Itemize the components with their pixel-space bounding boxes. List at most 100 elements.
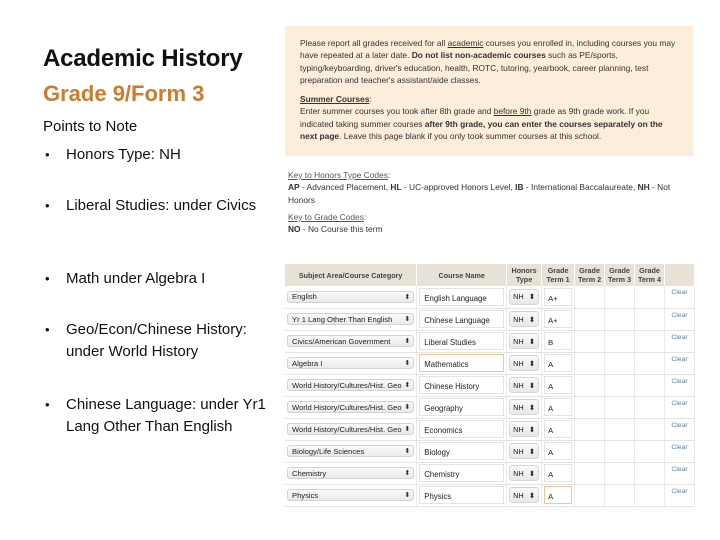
course-name-input[interactable]: Biology xyxy=(419,442,505,460)
term3-cell[interactable] xyxy=(604,440,636,463)
grade-term-1-input[interactable]: A xyxy=(544,464,573,482)
clear-row-link[interactable]: Clear xyxy=(664,440,695,463)
grade-term-1-input[interactable]: A xyxy=(544,376,573,394)
term3-cell[interactable] xyxy=(604,286,636,309)
honors-type-select[interactable]: NH ⬍ xyxy=(509,421,540,437)
clear-row-link[interactable]: Clear xyxy=(664,462,695,485)
course-name-input[interactable]: Mathematics xyxy=(419,354,505,372)
category-cell: Physics ⬍ xyxy=(285,484,418,507)
category-cell: English ⬍ xyxy=(285,286,418,309)
term4-cell[interactable] xyxy=(634,330,666,353)
term3-cell[interactable] xyxy=(604,308,636,331)
term2-cell[interactable] xyxy=(574,374,606,397)
clear-row-link[interactable]: Clear xyxy=(664,286,695,309)
grade-term-1-input[interactable]: A xyxy=(544,442,573,460)
term3-cell[interactable] xyxy=(604,330,636,353)
honors-cell: NH ⬍ xyxy=(506,286,543,309)
term2-cell[interactable] xyxy=(574,286,606,309)
term3-cell[interactable] xyxy=(604,352,636,375)
term3-cell[interactable] xyxy=(604,374,636,397)
category-select[interactable]: Yr 1 Lang Other Than English ⬍ xyxy=(287,313,415,325)
table-row: Algebra I ⬍ Mathematics NH ⬍ A Clear xyxy=(285,352,695,375)
term4-cell[interactable] xyxy=(634,484,666,507)
category-select[interactable]: Civics/American Government ⬍ xyxy=(287,335,415,347)
select-arrows-icon: ⬍ xyxy=(528,358,536,368)
select-arrows-icon: ⬍ xyxy=(404,404,411,411)
term2-cell[interactable] xyxy=(574,418,606,441)
grade-term-1-input[interactable]: A xyxy=(544,420,573,438)
term4-cell[interactable] xyxy=(634,462,666,485)
term2-cell[interactable] xyxy=(574,484,606,507)
honors-type-select[interactable]: NH ⬍ xyxy=(509,465,540,481)
select-arrows-icon: ⬍ xyxy=(528,446,536,456)
course-name-input[interactable]: Chemistry xyxy=(419,464,505,482)
honors-type-select[interactable]: NH ⬍ xyxy=(509,399,540,415)
clear-row-link[interactable]: Clear xyxy=(664,396,695,419)
category-select[interactable]: Physics ⬍ xyxy=(287,489,415,501)
category-select[interactable]: English ⬍ xyxy=(287,290,415,303)
course-name-input[interactable]: Economics xyxy=(419,420,505,438)
honors-type-select[interactable]: NH ⬍ xyxy=(509,377,540,393)
category-select[interactable]: Biology/Life Sciences ⬍ xyxy=(287,445,415,457)
term1-cell: B xyxy=(541,330,576,353)
honors-type-select[interactable]: NH ⬍ xyxy=(509,443,540,459)
term4-cell[interactable] xyxy=(634,440,666,463)
clear-row-link[interactable]: Clear xyxy=(664,374,695,397)
term4-cell[interactable] xyxy=(634,396,666,419)
term2-cell[interactable] xyxy=(574,352,606,375)
category-select[interactable]: World History/Cultures/Hist. Geo ⬍ xyxy=(287,401,415,413)
term3-cell[interactable] xyxy=(604,462,636,485)
clear-row-link[interactable]: Clear xyxy=(664,484,695,507)
term2-cell[interactable] xyxy=(574,440,606,463)
honors-type-select[interactable]: NH ⬍ xyxy=(509,333,540,349)
notice-paragraph-academic: Please report all grades received for al… xyxy=(300,38,676,85)
course-name-input[interactable]: Liberal Studies xyxy=(419,332,505,350)
course-name-input[interactable]: Physics xyxy=(419,486,505,504)
term1-cell: A xyxy=(541,440,576,463)
honors-type-select[interactable]: NH ⬍ xyxy=(509,487,540,503)
term3-cell[interactable] xyxy=(604,396,636,419)
term4-cell[interactable] xyxy=(634,352,666,375)
term3-cell[interactable] xyxy=(604,418,636,441)
grade-term-1-input[interactable]: A xyxy=(544,354,573,372)
honors-type-select[interactable]: NH ⬍ xyxy=(509,355,540,371)
select-arrows-icon: ⬍ xyxy=(528,336,536,346)
term2-cell[interactable] xyxy=(574,308,606,331)
term2-cell[interactable] xyxy=(574,330,606,353)
term4-cell[interactable] xyxy=(634,308,666,331)
term2-cell[interactable] xyxy=(574,396,606,419)
category-select[interactable]: Chemistry ⬍ xyxy=(287,467,415,479)
select-arrows-icon: ⬍ xyxy=(404,426,411,433)
category-select[interactable]: World History/Cultures/Hist. Geo ⬍ xyxy=(287,423,415,435)
grade-term-1-input[interactable]: B xyxy=(544,332,573,350)
grade-term-1-input[interactable]: A xyxy=(544,486,573,504)
category-select[interactable]: World History/Cultures/Hist. Geo ⬍ xyxy=(287,379,415,391)
select-arrows-icon: ⬍ xyxy=(528,292,536,302)
course-name-input[interactable]: Geography xyxy=(419,398,505,416)
select-arrows-icon: ⬍ xyxy=(528,424,536,434)
clear-row-link[interactable]: Clear xyxy=(664,352,695,375)
term2-cell[interactable] xyxy=(574,462,606,485)
bullet-icon: • xyxy=(45,271,50,286)
grade-term-1-input[interactable]: A+ xyxy=(544,287,573,306)
clear-row-link[interactable]: Clear xyxy=(664,330,695,353)
clear-row-link[interactable]: Clear xyxy=(664,308,695,331)
term4-cell[interactable] xyxy=(634,286,666,309)
term4-cell[interactable] xyxy=(634,418,666,441)
course-name-input[interactable]: English Language xyxy=(419,287,505,306)
term1-cell: A xyxy=(541,484,576,507)
honors-type-select[interactable]: NH ⬍ xyxy=(509,311,540,327)
term3-cell[interactable] xyxy=(604,484,636,507)
grade-term-1-input[interactable]: A+ xyxy=(544,310,573,328)
grades-table-body: English ⬍ English Language NH ⬍ A+ Clear Yr 1 L… xyxy=(285,286,695,507)
grade-term-1-input[interactable]: A xyxy=(544,398,573,416)
select-arrows-icon: ⬍ xyxy=(528,380,536,390)
category-select[interactable]: Algebra I ⬍ xyxy=(287,357,415,369)
bullet-item: • Chinese Language: under Yr1 Lang Other… xyxy=(43,394,273,438)
honors-type-select[interactable]: NH ⬍ xyxy=(509,288,540,305)
category-cell: Biology/Life Sciences ⬍ xyxy=(285,440,418,463)
course-name-input[interactable]: Chinese History xyxy=(419,376,505,394)
course-name-input[interactable]: Chinese Language xyxy=(419,310,505,328)
clear-row-link[interactable]: Clear xyxy=(664,418,695,441)
term4-cell[interactable] xyxy=(634,374,666,397)
